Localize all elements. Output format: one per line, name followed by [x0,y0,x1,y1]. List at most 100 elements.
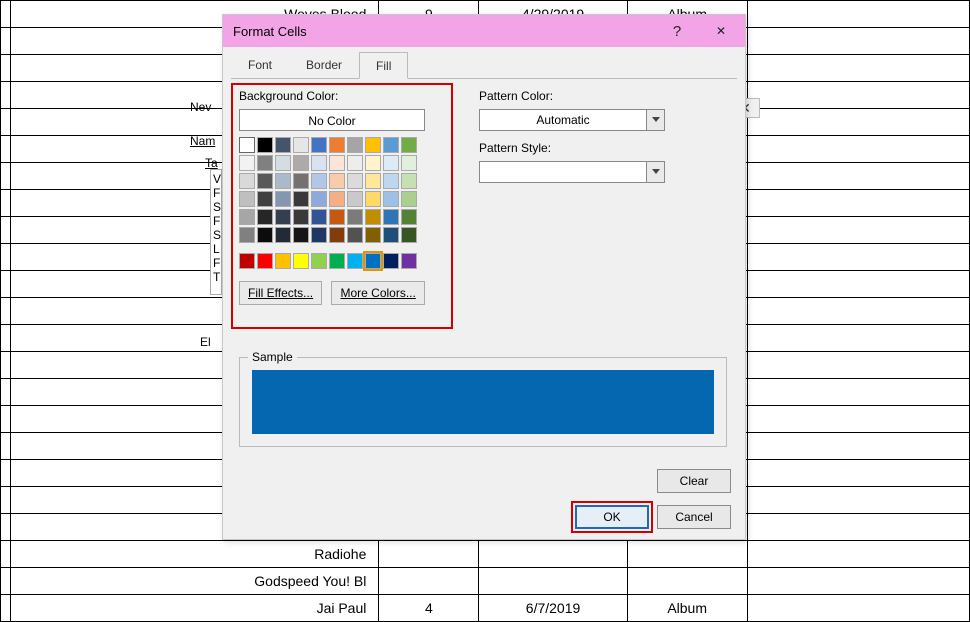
color-swatch[interactable] [239,173,255,189]
row-header[interactable] [1,109,11,136]
color-swatch[interactable] [239,191,255,207]
cell[interactable] [747,28,969,55]
color-swatch[interactable] [329,227,345,243]
color-swatch[interactable] [347,137,363,153]
cell[interactable] [747,379,969,406]
cell[interactable]: 4 [379,595,479,622]
color-swatch[interactable] [347,173,363,189]
color-swatch[interactable] [383,137,399,153]
color-swatch[interactable] [383,209,399,225]
tab-border[interactable]: Border [289,51,359,78]
pattern-style-select[interactable] [479,161,665,183]
color-swatch[interactable] [293,253,309,269]
color-swatch[interactable] [275,155,291,171]
fill-effects-button[interactable]: Fill Effects... [239,281,322,305]
cell[interactable] [747,271,969,298]
cell[interactable] [747,514,969,541]
row-header[interactable] [1,352,11,379]
clear-button[interactable]: Clear [657,469,731,493]
cell[interactable] [747,109,969,136]
cell[interactable] [747,217,969,244]
tab-font[interactable]: Font [231,51,289,78]
dropdown-button[interactable] [646,110,664,130]
cell[interactable] [747,433,969,460]
color-swatch[interactable] [293,209,309,225]
color-swatch[interactable] [239,253,255,269]
cell[interactable]: Album [627,595,747,622]
color-swatch[interactable] [257,209,273,225]
color-swatch[interactable] [365,253,381,269]
color-swatch[interactable] [311,155,327,171]
cell[interactable]: Radiohe [11,541,379,568]
cell[interactable]: Jai Paul [11,595,379,622]
color-swatch[interactable] [311,191,327,207]
color-swatch[interactable] [365,191,381,207]
cell[interactable]: Godspeed You! Bl [11,568,379,595]
tab-fill[interactable]: Fill [359,52,408,79]
row-header[interactable] [1,190,11,217]
color-swatch[interactable] [257,191,273,207]
color-swatch[interactable] [257,227,273,243]
cell[interactable] [747,460,969,487]
color-swatch[interactable] [257,253,273,269]
color-swatch[interactable] [365,209,381,225]
color-swatch[interactable] [311,137,327,153]
cell[interactable] [747,136,969,163]
no-color-button[interactable]: No Color [239,109,425,131]
cell[interactable] [747,325,969,352]
row-header[interactable] [1,244,11,271]
color-swatch[interactable] [239,209,255,225]
color-swatch[interactable] [257,173,273,189]
color-swatch[interactable] [239,137,255,153]
color-swatch[interactable] [311,173,327,189]
color-swatch[interactable] [329,209,345,225]
row-header[interactable] [1,487,11,514]
color-swatch[interactable] [329,155,345,171]
color-swatch[interactable] [275,191,291,207]
row-header[interactable] [1,406,11,433]
cell[interactable] [379,541,479,568]
color-swatch[interactable] [257,155,273,171]
cell[interactable] [747,298,969,325]
row-header[interactable] [1,514,11,541]
cell[interactable] [747,163,969,190]
row-header[interactable] [1,433,11,460]
row-header[interactable] [1,136,11,163]
row-header[interactable] [1,217,11,244]
color-swatch[interactable] [401,209,417,225]
color-swatch[interactable] [275,209,291,225]
cell[interactable] [747,55,969,82]
color-swatch[interactable] [347,227,363,243]
color-swatch[interactable] [239,227,255,243]
color-swatch[interactable] [293,191,309,207]
color-swatch[interactable] [329,253,345,269]
row-header[interactable] [1,1,11,28]
color-swatch[interactable] [329,191,345,207]
color-swatch[interactable] [365,173,381,189]
cell[interactable] [747,1,969,28]
row-header[interactable] [1,82,11,109]
color-swatch[interactable] [275,253,291,269]
color-swatch[interactable] [311,227,327,243]
ok-button[interactable]: OK [575,505,649,529]
row-header[interactable] [1,568,11,595]
row-header[interactable] [1,271,11,298]
cell[interactable] [479,541,627,568]
cell[interactable] [747,595,969,622]
color-swatch[interactable] [347,155,363,171]
row-header[interactable] [1,163,11,190]
color-swatch[interactable] [329,173,345,189]
color-swatch[interactable] [365,227,381,243]
color-swatch[interactable] [383,173,399,189]
pattern-color-select[interactable]: Automatic [479,109,665,131]
color-swatch[interactable] [347,209,363,225]
color-swatch[interactable] [293,155,309,171]
color-swatch[interactable] [383,253,399,269]
color-swatch[interactable] [239,155,255,171]
color-swatch[interactable] [275,227,291,243]
color-swatch[interactable] [329,137,345,153]
row-header[interactable] [1,595,11,622]
help-button[interactable]: ? [655,16,699,47]
row-header[interactable] [1,379,11,406]
row-header[interactable] [1,28,11,55]
